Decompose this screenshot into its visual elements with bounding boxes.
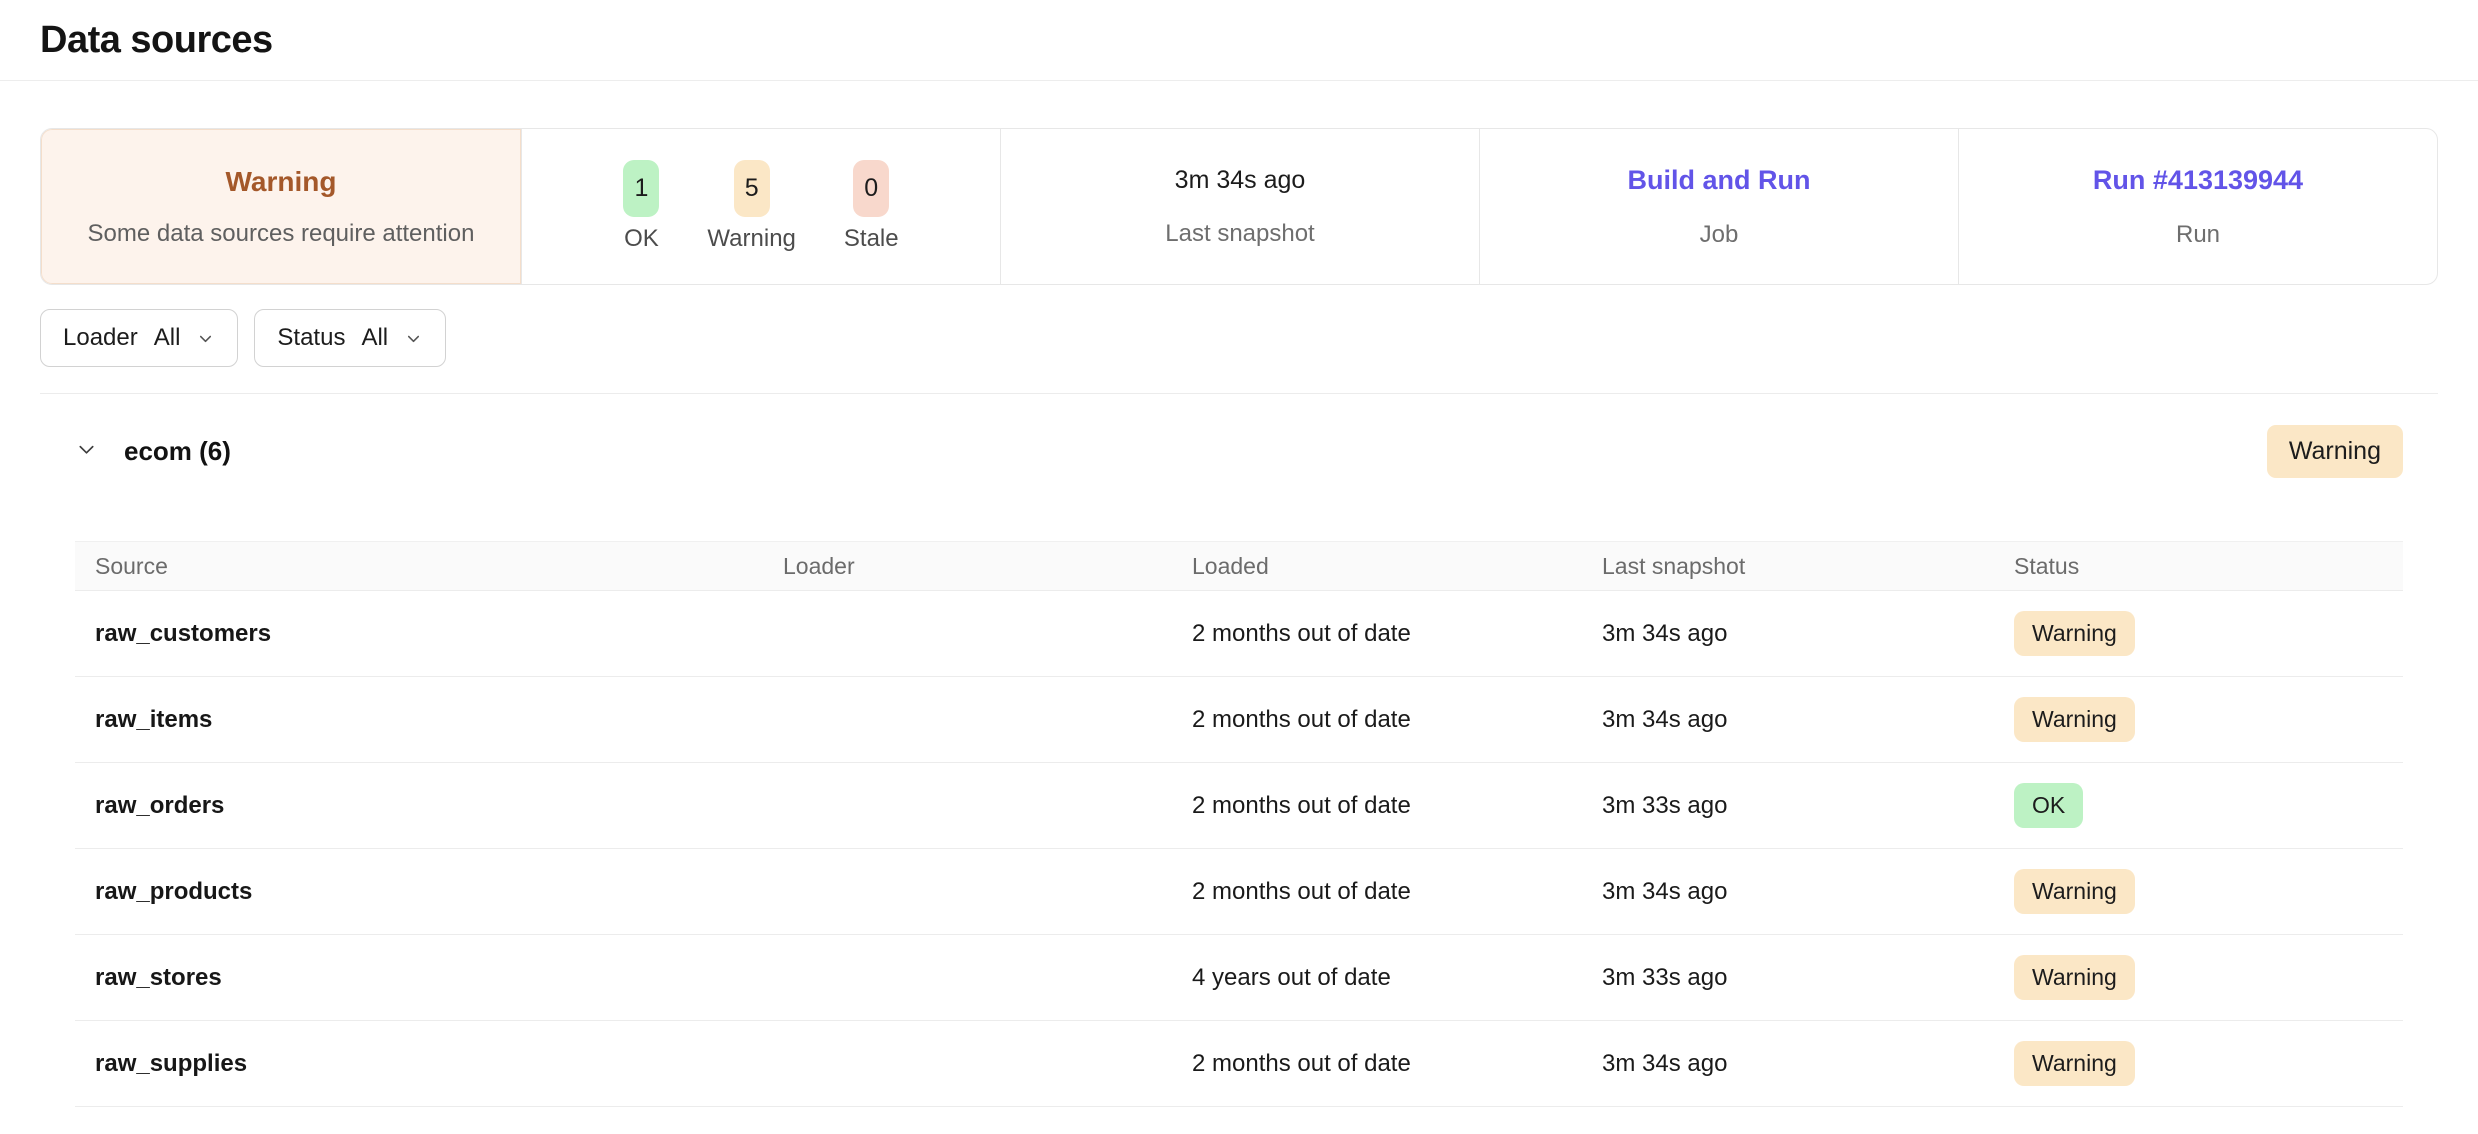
column-header-source: Source xyxy=(75,553,783,580)
last-snapshot-cell: 3m 34s ago xyxy=(1602,1050,2014,1078)
status-badge: Warning xyxy=(2014,697,2135,742)
collapse-group-button[interactable] xyxy=(75,438,98,464)
loader-filter-label: Loader xyxy=(63,324,138,352)
status-counts: 1 OK 5 Warning 0 Stale xyxy=(521,129,1000,284)
status-badge: Warning xyxy=(2014,1041,2135,1086)
group-ecom: ecom (6) Warning Source Loader Loaded La… xyxy=(75,422,2403,1107)
count-stale: 0 Stale xyxy=(844,160,899,253)
loaded-cell: 2 months out of date xyxy=(1192,706,1602,734)
status-cell: Warning xyxy=(2014,1041,2403,1086)
column-header-loaded: Loaded xyxy=(1192,553,1602,580)
summary-card: Warning Some data sources require attent… xyxy=(40,128,2438,285)
status-filter-dropdown[interactable]: Status All xyxy=(254,309,446,367)
table-row[interactable]: raw_stores 4 years out of date 3m 33s ag… xyxy=(75,935,2403,1021)
warning-count-label: Warning xyxy=(707,225,795,253)
status-badge: Warning xyxy=(2014,611,2135,656)
app-header: Data sources xyxy=(0,0,2478,81)
source-name: raw_customers xyxy=(75,620,783,648)
main-content: Warning Some data sources require attent… xyxy=(0,128,2478,1107)
table-header-row: Source Loader Loaded Last snapshot Statu… xyxy=(75,541,2403,591)
column-header-status: Status xyxy=(2014,553,2403,580)
status-badge: OK xyxy=(2014,783,2083,828)
status-cell: Warning xyxy=(2014,611,2403,656)
run-label: Run xyxy=(2176,221,2220,249)
table-row[interactable]: raw_products 2 months out of date 3m 34s… xyxy=(75,849,2403,935)
last-snapshot-cell: 3m 34s ago xyxy=(1602,706,2014,734)
last-snapshot-cell: 3m 34s ago xyxy=(1602,878,2014,906)
status-filter-label: Status xyxy=(277,324,345,352)
group-status-badge: Warning xyxy=(2267,425,2403,478)
table-row[interactable]: raw_items 2 months out of date 3m 34s ag… xyxy=(75,677,2403,763)
stale-count-label: Stale xyxy=(844,225,899,253)
warning-count-pill: 5 xyxy=(734,160,770,217)
last-snapshot-cell: 3m 33s ago xyxy=(1602,964,2014,992)
page-title: Data sources xyxy=(40,19,273,62)
overall-status-subtitle: Some data sources require attention xyxy=(88,220,475,248)
status-cell: Warning xyxy=(2014,869,2403,914)
loaded-cell: 2 months out of date xyxy=(1192,792,1602,820)
last-snapshot-label: Last snapshot xyxy=(1165,220,1314,248)
source-name: raw_supplies xyxy=(75,1050,783,1078)
sources-table: Source Loader Loaded Last snapshot Statu… xyxy=(75,541,2403,1107)
last-snapshot-cell: 3m 33s ago xyxy=(1602,792,2014,820)
source-name: raw_stores xyxy=(75,964,783,992)
chevron-down-icon xyxy=(196,329,215,348)
loaded-cell: 4 years out of date xyxy=(1192,964,1602,992)
divider xyxy=(40,393,2438,394)
group-header[interactable]: ecom (6) Warning xyxy=(75,422,2403,480)
loader-filter-dropdown[interactable]: Loader All xyxy=(40,309,238,367)
last-snapshot-cell: 3m 34s ago xyxy=(1602,620,2014,648)
loaded-cell: 2 months out of date xyxy=(1192,620,1602,648)
chevron-down-icon xyxy=(404,329,423,348)
run-link[interactable]: Run #413139944 xyxy=(2093,165,2303,196)
loaded-cell: 2 months out of date xyxy=(1192,878,1602,906)
ok-count-label: OK xyxy=(624,225,659,253)
status-filter-value: All xyxy=(361,324,388,352)
chevron-down-icon xyxy=(75,438,98,464)
overall-status-card: Warning Some data sources require attent… xyxy=(41,129,521,284)
job-card: Build and Run Job xyxy=(1479,129,1958,284)
status-cell: Warning xyxy=(2014,697,2403,742)
ok-count-pill: 1 xyxy=(623,160,659,217)
table-row[interactable]: raw_orders 2 months out of date 3m 33s a… xyxy=(75,763,2403,849)
group-name: ecom (6) xyxy=(124,436,231,467)
count-warning: 5 Warning xyxy=(707,160,795,253)
count-ok: 1 OK xyxy=(623,160,659,253)
source-name: raw_items xyxy=(75,706,783,734)
stale-count-pill: 0 xyxy=(853,160,889,217)
column-header-loader: Loader xyxy=(783,553,1192,580)
job-link[interactable]: Build and Run xyxy=(1628,165,1811,196)
column-header-last-snapshot: Last snapshot xyxy=(1602,553,2014,580)
status-cell: Warning xyxy=(2014,955,2403,1000)
source-name: raw_orders xyxy=(75,792,783,820)
overall-status-title: Warning xyxy=(226,166,337,198)
last-snapshot-value: 3m 34s ago xyxy=(1175,166,1306,195)
source-name: raw_products xyxy=(75,878,783,906)
status-badge: Warning xyxy=(2014,955,2135,1000)
job-label: Job xyxy=(1700,221,1739,249)
filter-bar: Loader All Status All xyxy=(40,309,2438,367)
run-card: Run #413139944 Run xyxy=(1958,129,2437,284)
loader-filter-value: All xyxy=(154,324,181,352)
table-row[interactable]: raw_customers 2 months out of date 3m 34… xyxy=(75,591,2403,677)
last-snapshot-card: 3m 34s ago Last snapshot xyxy=(1000,129,1479,284)
status-cell: OK xyxy=(2014,783,2403,828)
status-badge: Warning xyxy=(2014,869,2135,914)
loaded-cell: 2 months out of date xyxy=(1192,1050,1602,1078)
table-row[interactable]: raw_supplies 2 months out of date 3m 34s… xyxy=(75,1021,2403,1107)
